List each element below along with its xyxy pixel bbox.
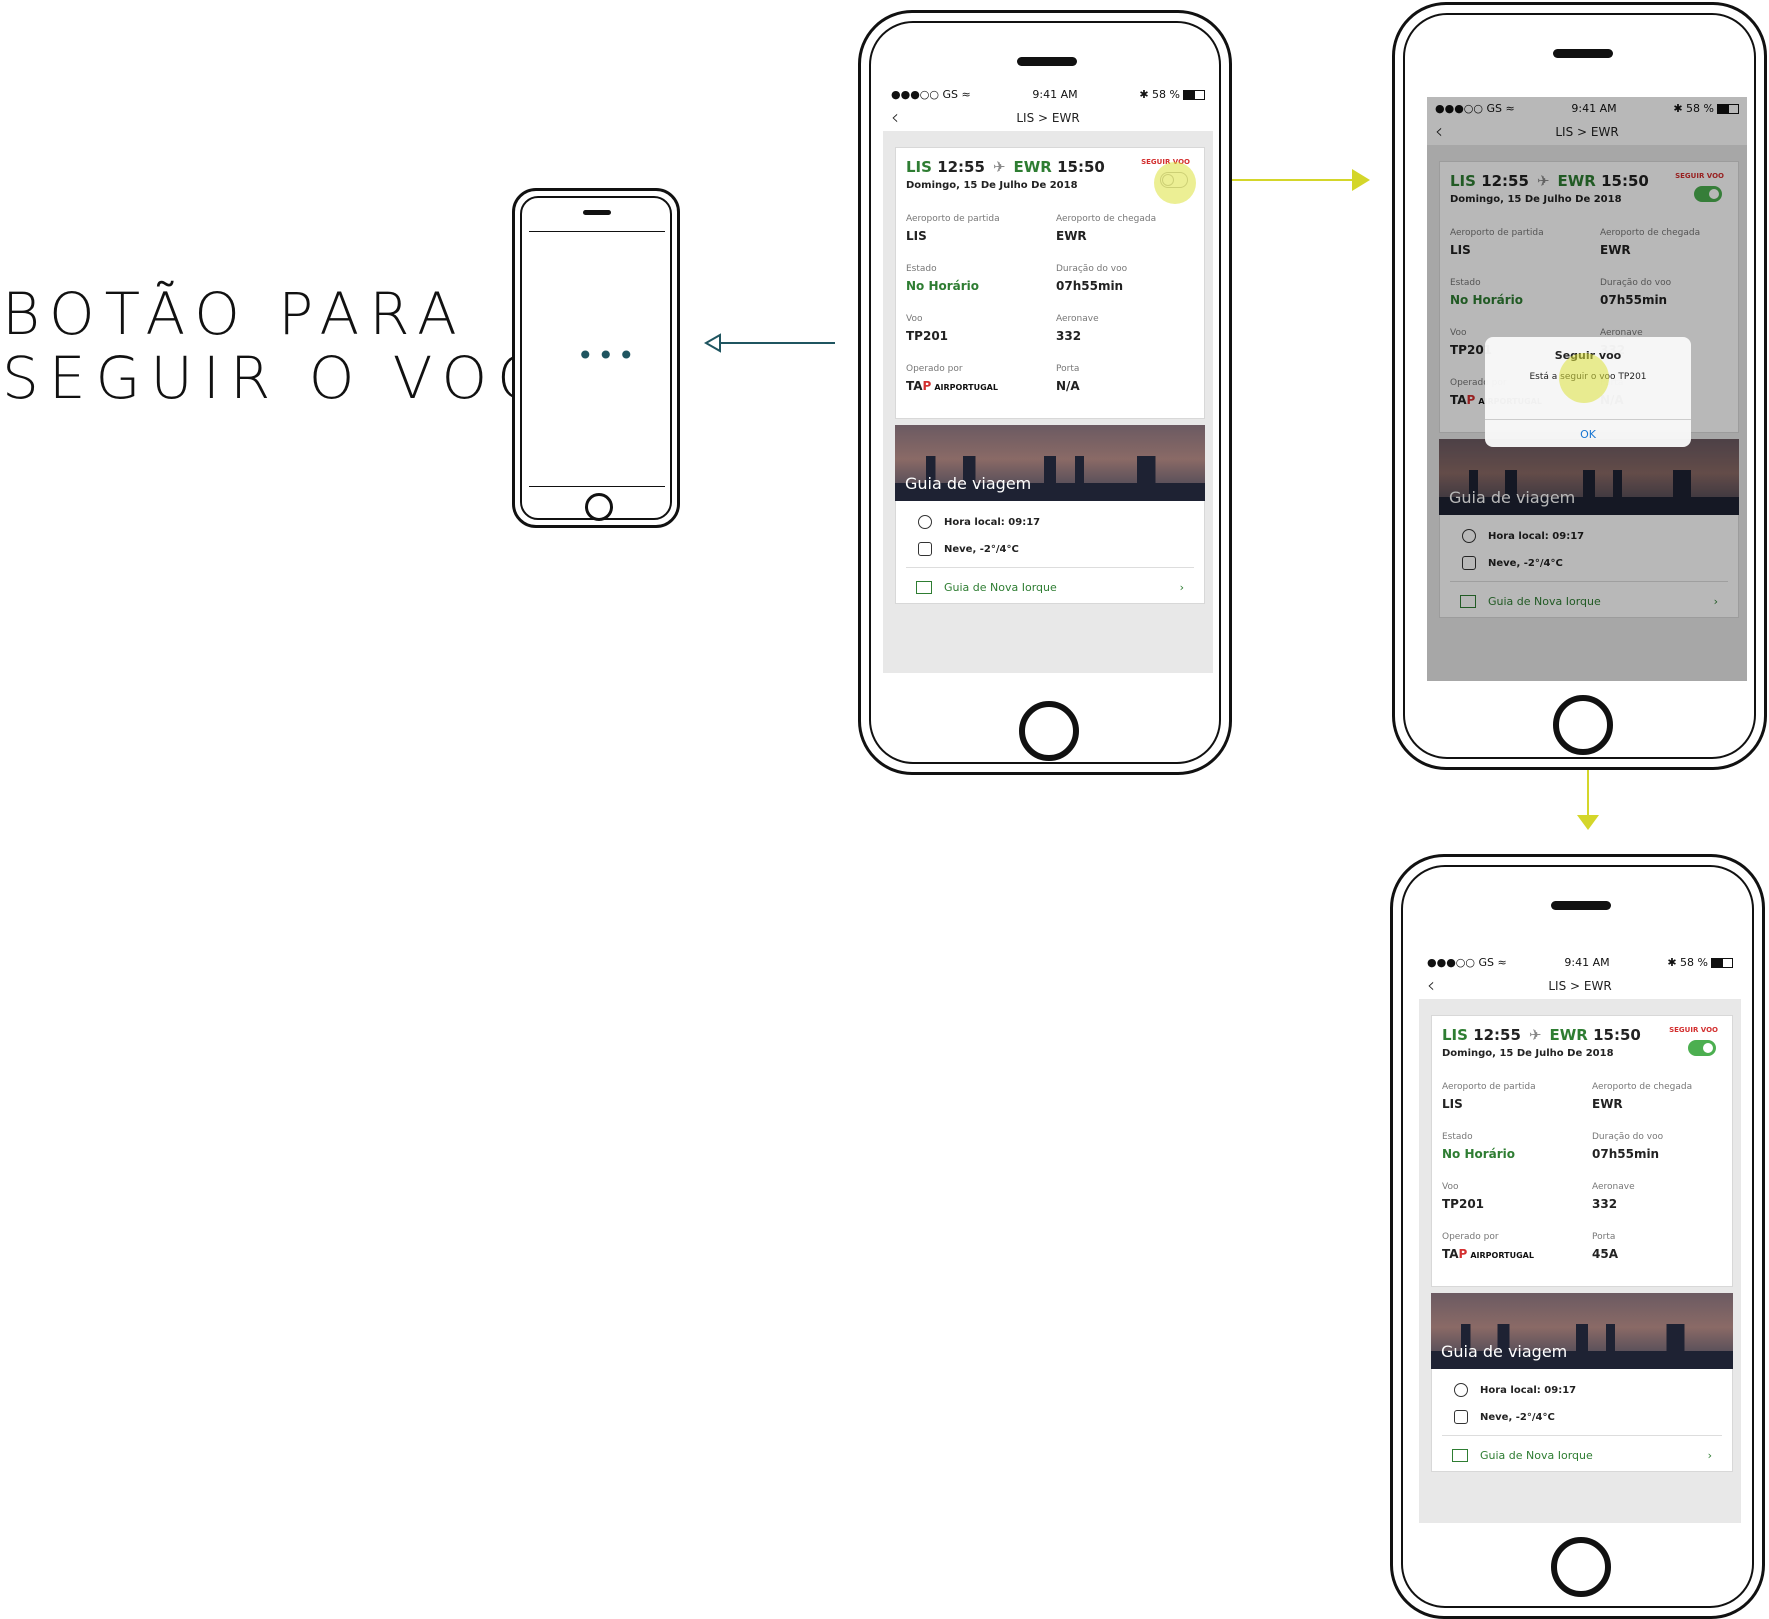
local-time: Hora local: 09:17 bbox=[1454, 1383, 1576, 1397]
route: LIS 12:55 ✈ EWR 15:50 bbox=[906, 158, 1105, 176]
arrow-head-dialog bbox=[1352, 169, 1370, 191]
tap-indicator bbox=[1154, 162, 1196, 204]
chevron-right-icon: › bbox=[1179, 581, 1184, 594]
gate-field: Porta 45A bbox=[1592, 1232, 1618, 1261]
content: LIS 12:55 ✈ EWR 15:50 Domingo, 15 De Julho… bbox=[883, 131, 1213, 673]
dep-airport-field: Aeroporto de partida LIS bbox=[906, 214, 1000, 243]
loading-screen: ••• bbox=[529, 231, 665, 487]
tap-logo: TAPAIRPORTUGAL bbox=[1442, 1247, 1534, 1261]
page-title: BOTÃO PARA SEGUIR O VOO bbox=[2, 282, 553, 410]
carrier: ●●●○○ GS ≈ bbox=[891, 87, 971, 101]
travel-guide-title: Guia de viagem bbox=[905, 474, 1032, 493]
screen: ●●●○○ GS ≈ 9:41 AM ✱ 58 % ‹ LIS > EWR LI… bbox=[1419, 951, 1741, 1523]
home-button bbox=[1551, 1537, 1611, 1597]
carrier: ●●●○○ GS ≈ bbox=[1427, 955, 1507, 969]
nav-bar: ‹ LIS > EWR bbox=[883, 105, 1213, 131]
back-icon[interactable]: ‹ bbox=[1427, 973, 1435, 997]
arrow-head-loading bbox=[703, 333, 721, 353]
title-line-2: SEGUIR O VOO bbox=[2, 344, 553, 412]
dep-airport-field: Aeroporto de partida LIS bbox=[1442, 1082, 1536, 1111]
status-bar: ●●●○○ GS ≈ 9:41 AM ✱ 58 % bbox=[883, 83, 1213, 105]
chevron-right-icon: › bbox=[1707, 1449, 1712, 1462]
battery-icon bbox=[1710, 957, 1733, 968]
flight-date: Domingo, 15 De Julho De 2018 bbox=[1442, 1048, 1614, 1059]
duration-field: Duração do voo 07h55min bbox=[1056, 264, 1128, 293]
travel-guide-banner: Guia de viagem bbox=[1431, 1293, 1733, 1369]
phone-flight-details: ●●●○○ GS ≈ 9:41 AM ✱ 58 % ‹ LIS > EWR LI… bbox=[858, 10, 1232, 775]
seguir-voo-label: SEGUIR VOO bbox=[1669, 1026, 1718, 1034]
aircraft-field: Aeronave332 bbox=[1056, 314, 1099, 343]
phone-follow-dialog: ●●●○○ GS ≈ 9:41 AM ✱ 58 % ‹ LIS > EWR LI… bbox=[1392, 2, 1767, 770]
snow-cloud-icon bbox=[918, 542, 932, 556]
nav-title: LIS > EWR bbox=[1548, 979, 1612, 993]
screen: ●●●○○ GS ≈ 9:41 AM ✱ 58 % ‹ LIS > EWR LI… bbox=[883, 83, 1213, 673]
battery: ✱ 58 % bbox=[1139, 88, 1205, 101]
home-button bbox=[585, 493, 613, 521]
gate-field: PortaN/A bbox=[1056, 364, 1080, 393]
plane-icon: ✈ bbox=[1528, 1026, 1542, 1044]
map-icon bbox=[1452, 1449, 1468, 1462]
arrow-head-final bbox=[1577, 815, 1599, 830]
title-line-1: BOTÃO PARA bbox=[2, 280, 467, 348]
phone-followed: ●●●○○ GS ≈ 9:41 AM ✱ 58 % ‹ LIS > EWR LI… bbox=[1390, 854, 1765, 1619]
seguir-voo-toggle[interactable] bbox=[1688, 1040, 1716, 1056]
content: LIS 12:55 ✈ EWR 15:50 Domingo, 15 De Julho… bbox=[1419, 999, 1741, 1523]
tap-logo: TAPAIRPORTUGAL bbox=[906, 379, 998, 393]
travel-guide-banner: Guia de viagem bbox=[895, 425, 1205, 501]
phone-loading: ••• bbox=[512, 188, 680, 528]
status-bar: ●●●○○ GS ≈ 9:41 AM ✱ 58 % bbox=[1419, 951, 1741, 973]
back-icon[interactable]: ‹ bbox=[891, 105, 899, 129]
home-button bbox=[1019, 701, 1079, 761]
status-field: Estado No Horário bbox=[1442, 1132, 1516, 1161]
flight-number-field: Voo TP201 bbox=[1442, 1182, 1485, 1211]
flight-date: Domingo, 15 De Julho De 2018 bbox=[906, 180, 1078, 191]
arr-airport-field: Aeroporto de chegada EWR bbox=[1056, 214, 1157, 243]
speaker bbox=[1017, 57, 1077, 66]
clock: 9:41 AM bbox=[1564, 955, 1610, 969]
travel-guide-card: Hora local: 09:17 Neve, -2°/4°C Guia de … bbox=[895, 501, 1205, 604]
nav-title: LIS > EWR bbox=[1016, 111, 1080, 125]
clock-icon bbox=[918, 515, 932, 529]
operator-field: Operado porTAPAIRPORTUGAL bbox=[1442, 1232, 1534, 1261]
route: LIS 12:55 ✈ EWR 15:50 bbox=[1442, 1026, 1641, 1044]
flight-card: LIS 12:55 ✈ EWR 15:50 Domingo, 15 De Julho… bbox=[1431, 1015, 1733, 1287]
tap-indicator bbox=[1559, 353, 1609, 403]
speaker bbox=[583, 210, 611, 215]
battery: ✱ 58 % bbox=[1667, 956, 1733, 969]
city-guide-link[interactable]: Guia de Nova Iorque › bbox=[1452, 1449, 1712, 1462]
nav-bar: ‹ LIS > EWR bbox=[1419, 973, 1741, 999]
speaker bbox=[1553, 49, 1613, 58]
aircraft-field: Aeronave332 bbox=[1592, 1182, 1635, 1211]
city-guide-link[interactable]: Guia de Nova Iorque › bbox=[916, 581, 1184, 594]
travel-guide-title: Guia de viagem bbox=[1441, 1342, 1568, 1361]
operator-field: Operado porTAPAIRPORTUGAL bbox=[906, 364, 998, 393]
weather: Neve, -2°/4°C bbox=[918, 542, 1019, 556]
clock-icon bbox=[1454, 1383, 1468, 1397]
snow-cloud-icon bbox=[1454, 1410, 1468, 1424]
dialog-ok-button[interactable]: OK bbox=[1485, 419, 1691, 441]
duration-field: Duração do voo 07h55min bbox=[1592, 1132, 1664, 1161]
loading-indicator: ••• bbox=[577, 339, 639, 372]
weather: Neve, -2°/4°C bbox=[1454, 1410, 1555, 1424]
speaker bbox=[1551, 901, 1611, 910]
local-time: Hora local: 09:17 bbox=[918, 515, 1040, 529]
plane-icon: ✈ bbox=[992, 158, 1006, 176]
battery-icon bbox=[1182, 89, 1205, 100]
clock: 9:41 AM bbox=[1032, 87, 1078, 101]
arr-airport-field: Aeroporto de chegada EWR bbox=[1592, 1082, 1693, 1111]
travel-guide-card: Hora local: 09:17 Neve, -2°/4°C Guia de … bbox=[1431, 1369, 1733, 1472]
flight-number-field: Voo TP201 bbox=[906, 314, 949, 343]
flight-card: LIS 12:55 ✈ EWR 15:50 Domingo, 15 De Julho… bbox=[895, 147, 1205, 419]
map-icon bbox=[916, 581, 932, 594]
home-button bbox=[1553, 695, 1613, 755]
screen: ●●●○○ GS ≈ 9:41 AM ✱ 58 % ‹ LIS > EWR LI… bbox=[1427, 97, 1747, 681]
status-field: Estado No Horário bbox=[906, 264, 980, 293]
